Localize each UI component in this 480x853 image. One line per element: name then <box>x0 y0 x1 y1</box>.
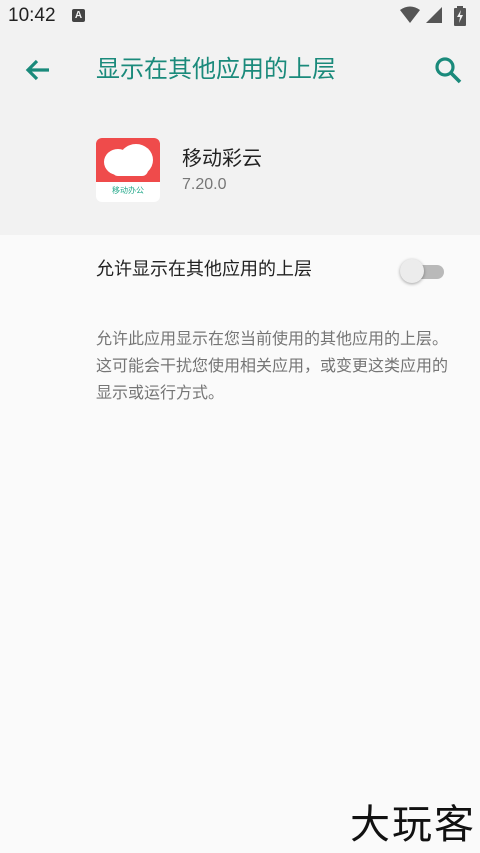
app-icon-brand: 移动办公 <box>112 186 144 195</box>
search-icon <box>435 57 462 84</box>
search-button[interactable] <box>432 54 464 86</box>
back-button[interactable] <box>22 54 54 86</box>
toggle-thumb <box>400 259 424 283</box>
status-time: 10:42 <box>8 5 56 26</box>
app-header: 移动办公 移动彩云 7.20.0 <box>0 108 480 235</box>
app-name: 移动彩云 <box>182 146 262 170</box>
permission-toggle[interactable] <box>400 259 444 283</box>
app-icon-background <box>96 138 160 182</box>
permission-label: 允许显示在其他应用的上层 <box>96 259 312 280</box>
signal-icon <box>424 6 442 28</box>
cloud-icon <box>104 144 153 176</box>
status-bar: 10:42 A <box>0 0 480 32</box>
arrow-back-icon <box>25 59 49 81</box>
permission-row[interactable]: 允许显示在其他应用的上层 <box>0 235 480 307</box>
app-version: 7.20.0 <box>182 176 227 193</box>
app-bar: 显示在其他应用的上层 <box>0 32 480 108</box>
watermark-logo: 大玩客 <box>350 802 476 848</box>
app-icon: 移动办公 <box>96 138 160 202</box>
wifi-icon <box>400 6 420 28</box>
battery-charging-icon <box>454 6 466 30</box>
notification-icon: A <box>72 9 85 22</box>
page-title: 显示在其他应用的上层 <box>96 55 336 83</box>
permission-description: 允许此应用显示在您当前使用的其他应用的上层。这可能会干扰您使用相关应用，或变更这… <box>96 329 449 402</box>
